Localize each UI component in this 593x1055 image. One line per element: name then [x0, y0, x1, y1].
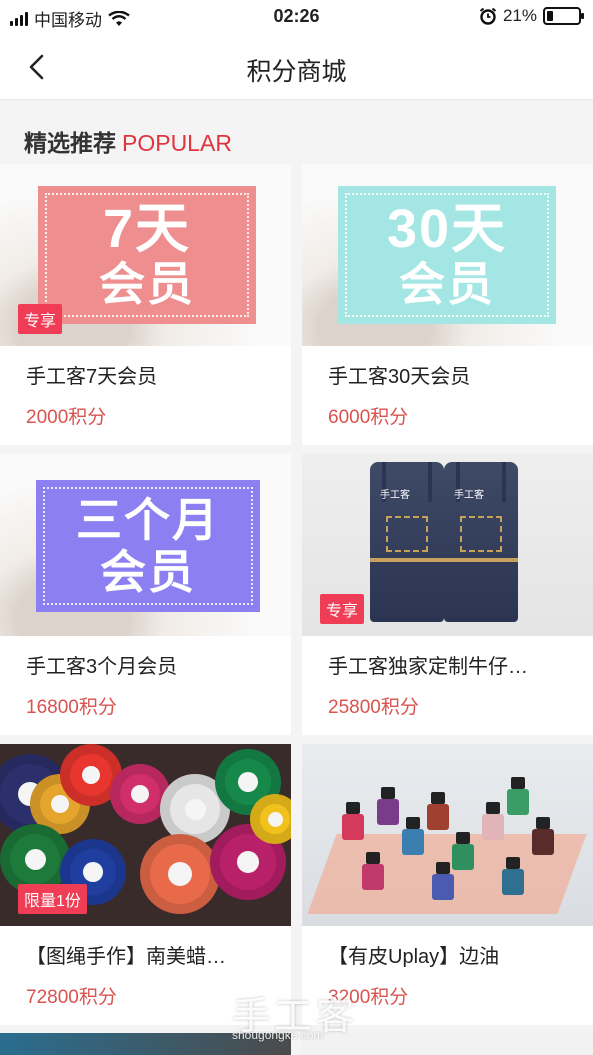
- product-name: 手工客30天会员: [328, 366, 471, 388]
- product-card[interactable]: 限量1份 【图绳手作】南美蜡… 72800积分: [0, 744, 291, 1025]
- product-name: 手工客7天会员: [26, 366, 158, 388]
- promo-banner: 30天 会员: [338, 186, 556, 324]
- promo-line2: 会员: [100, 546, 196, 598]
- product-name: 手工客独家定制牛仔…: [328, 656, 528, 678]
- battery-fill: [547, 11, 554, 21]
- product-card[interactable]: 7天 会员 专享 手工客7天会员 2000积分: [0, 164, 291, 445]
- section-title: 精选推荐 POPULAR: [24, 124, 232, 158]
- product-name: 【图绳手作】南美蜡…: [26, 946, 226, 968]
- product-card[interactable]: 三个月 会员 手工客3个月会员 16800积分: [0, 454, 291, 735]
- product-image: [302, 744, 593, 926]
- product-name: 手工客3个月会员: [26, 656, 178, 678]
- product-image: 7天 会员 专享: [0, 164, 291, 346]
- product-price: 6000积分: [328, 407, 409, 428]
- promo-banner: 7天 会员: [38, 186, 256, 324]
- battery-icon: [543, 7, 584, 25]
- product-price: 72800积分: [26, 987, 117, 1008]
- product-price: 2000积分: [26, 407, 107, 428]
- limited-badge: 限量1份: [18, 884, 87, 914]
- product-card[interactable]: 【有皮Uplay】边油 3200积分: [302, 744, 593, 1025]
- exclusive-badge: 专享: [18, 304, 63, 334]
- promo-line1: 三个月: [76, 494, 220, 546]
- battery-percent: 21%: [502, 6, 537, 25]
- nav-bar: 积分商城: [0, 34, 593, 100]
- product-card[interactable]: 手工客 手工客 专享 手工客独家定制牛仔… 25800积分: [302, 454, 593, 735]
- apron-photo-left: 手工客: [370, 462, 444, 622]
- section-header: 精选推荐 POPULAR: [0, 100, 593, 164]
- promo-line1: 30天: [386, 199, 508, 259]
- alarm-icon: [479, 7, 497, 25]
- product-card[interactable]: 30天 会员 手工客30天会员 6000积分: [302, 164, 593, 445]
- promo-banner: 三个月 会员: [36, 480, 260, 612]
- product-image: 三个月 会员: [0, 454, 291, 636]
- product-image: 30天 会员: [302, 164, 593, 346]
- apron-label: 手工客: [454, 490, 484, 501]
- apron-label: 手工客: [380, 490, 410, 501]
- watermark-url: shougongke.com: [232, 1028, 324, 1042]
- status-bar: 中国移动 02:26 21%: [0, 0, 593, 34]
- page-title: 积分商城: [246, 58, 347, 86]
- ink-bottles-photo: [302, 744, 593, 926]
- product-price: 16800积分: [26, 697, 117, 718]
- product-image: 限量1份: [0, 744, 291, 926]
- promo-line2: 会员: [99, 258, 195, 310]
- status-bar-right: 21%: [479, 6, 584, 26]
- section-title-text: 精选推荐: [24, 130, 116, 156]
- exclusive-badge: 专享: [320, 594, 365, 624]
- product-image: 手工客 手工客 专享: [302, 454, 593, 636]
- promo-line2: 会员: [399, 258, 495, 310]
- section-subtitle: POPULAR: [122, 130, 232, 156]
- product-price: 25800积分: [328, 697, 419, 718]
- apron-photo-right: 手工客: [444, 462, 518, 622]
- promo-line1: 7天: [102, 199, 192, 259]
- product-name: 【有皮Uplay】边油: [328, 946, 500, 968]
